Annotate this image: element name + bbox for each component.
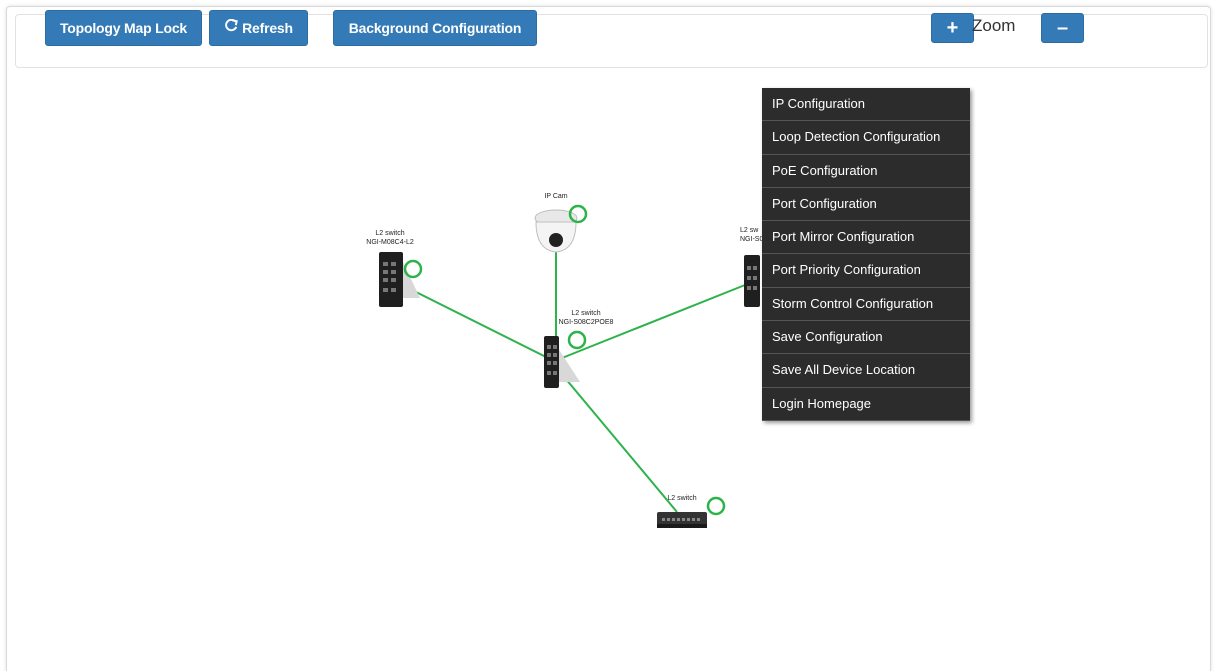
center-switch-status-indicator (567, 330, 587, 350)
device-ip-cam[interactable]: IP Cam (534, 193, 588, 253)
device-center-switch[interactable]: L2 switch NGI-S08C2POE8 (544, 310, 614, 388)
menu-item-storm-control-configuration[interactable]: Storm Control Configuration (762, 288, 970, 322)
device-right-switch[interactable]: L2 sw NGI-S0 (740, 227, 763, 307)
bottom-switch-base (657, 524, 707, 528)
device-left-switch[interactable]: L2 switch NGI-M08C4-L2 (366, 230, 423, 307)
left-switch-status-indicator (403, 259, 423, 279)
right-switch-type-label: L2 sw (740, 227, 759, 234)
menu-item-port-priority-configuration[interactable]: Port Priority Configuration (762, 254, 970, 288)
center-switch-model-label: NGI-S08C2POE8 (559, 319, 614, 326)
center-switch-shadow (556, 345, 580, 382)
bottom-switch-status-indicator (706, 496, 726, 516)
menu-item-save-configuration[interactable]: Save Configuration (762, 321, 970, 355)
ip-cam-type-label: IP Cam (544, 193, 567, 200)
menu-item-save-all-device-location[interactable]: Save All Device Location (762, 354, 970, 388)
device-context-menu: IP Configuration Loop Detection Configur… (762, 88, 970, 421)
menu-item-port-configuration[interactable]: Port Configuration (762, 188, 970, 222)
bottom-switch-type-label: L2 switch (667, 495, 696, 502)
menu-item-port-mirror-configuration[interactable]: Port Mirror Configuration (762, 221, 970, 255)
ip-cam-lens (549, 233, 563, 247)
center-switch-type-label: L2 switch (571, 310, 600, 317)
left-switch-model-label: NGI-M08C4-L2 (366, 239, 414, 246)
link-bottom-switch (559, 371, 678, 513)
menu-item-login-homepage[interactable]: Login Homepage (762, 388, 970, 421)
right-switch-icon (744, 255, 760, 307)
link-left-switch (401, 284, 553, 361)
device-bottom-switch[interactable]: L2 switch (657, 495, 726, 528)
menu-item-ip-configuration[interactable]: IP Configuration (762, 88, 970, 122)
menu-item-loop-detection-configuration[interactable]: Loop Detection Configuration (762, 121, 970, 155)
left-switch-type-label: L2 switch (375, 230, 404, 237)
topology-map[interactable]: L2 switch NGI-M08C4-L2 IP Cam L2 switch … (0, 0, 1215, 670)
menu-item-poe-configuration[interactable]: PoE Configuration (762, 155, 970, 188)
right-switch-model-label: NGI-S0 (740, 236, 763, 243)
